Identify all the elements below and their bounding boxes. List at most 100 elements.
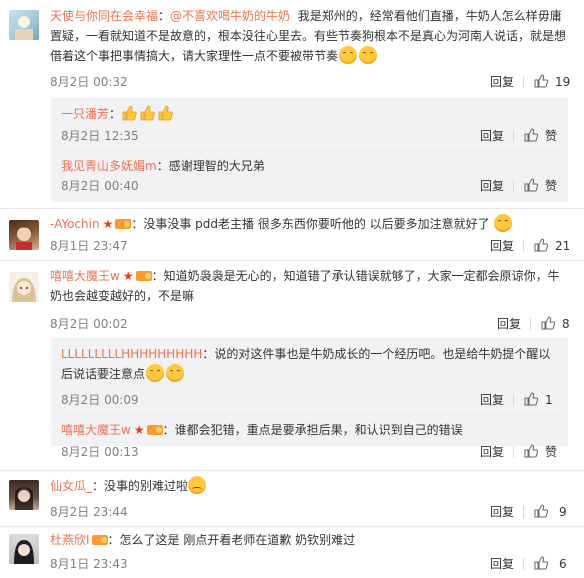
vip-badge-icon xyxy=(115,219,132,229)
comment-divider xyxy=(0,526,584,527)
comment-time: 8月1日 23:43 xyxy=(50,557,128,571)
reply-body-line2: 后说话要注意点 xyxy=(61,367,146,381)
divider xyxy=(523,240,524,252)
divider xyxy=(523,506,524,518)
comment-item: 天使与你同在会幸福：@不喜欢喝牛奶的牛奶 我是郑州的，经常看他们直播，牛奶人怎么… xyxy=(0,0,584,202)
thumb-up-icon[interactable] xyxy=(534,238,548,252)
reply-item: 一只潘芳： 8月2日 12:35 回复 赞 xyxy=(51,98,568,150)
smile-emoji-icon xyxy=(339,46,358,64)
comment-body: ：没事没事 pdd老主播 很多东西你要听他的 以后要多加注意就好了 xyxy=(131,217,490,231)
avatar[interactable] xyxy=(9,534,39,564)
thumb-up-icon[interactable] xyxy=(534,74,548,88)
reply-button[interactable]: 回复 xyxy=(490,504,514,520)
reply-time: 8月2日 12:35 xyxy=(61,129,139,143)
reply-text: 一只潘芳： xyxy=(61,104,561,124)
avatar-image xyxy=(14,540,34,564)
thumb-up-icon[interactable] xyxy=(534,504,548,518)
comment-username[interactable]: 天使与你同在会幸福 xyxy=(50,9,158,23)
like-label[interactable]: 赞 xyxy=(545,128,557,144)
thumb-up-icon[interactable] xyxy=(524,178,538,192)
reply-time: 8月2日 00:09 xyxy=(61,393,139,407)
comment-divider xyxy=(0,260,584,261)
like-count: 6 xyxy=(559,557,567,571)
thumbs-up-emoji-icon xyxy=(140,105,155,121)
reply-item: 我见青山多妩媚m：感谢理智的大兄弟 8月2日 00:40 回复 赞 xyxy=(51,150,568,202)
reply-time: 8月2日 00:13 xyxy=(61,445,139,459)
like-label[interactable]: 赞 xyxy=(545,178,557,194)
comment-time: 8月1日 23:47 xyxy=(50,239,128,253)
avatar-image xyxy=(16,227,32,250)
divider xyxy=(513,394,514,406)
thumb-up-icon[interactable] xyxy=(541,316,555,330)
comment-body-line3: 借着这个事把事情搞大，请大家理性一点不要被带节奏 xyxy=(50,49,339,63)
reply-button[interactable]: 回复 xyxy=(490,238,514,254)
comment-body-line1: ：知道奶袅袅是无心的，知道错了承认错误就够了，大家一定都会原谅你，牛 xyxy=(151,269,560,283)
reply-button[interactable]: 回复 xyxy=(480,392,504,408)
reply-username[interactable]: 一只潘芳 xyxy=(61,107,109,121)
thumb-up-icon[interactable] xyxy=(534,556,548,570)
like-count: 19 xyxy=(555,75,571,89)
star-badge-icon: ★ xyxy=(102,217,114,231)
divider xyxy=(523,76,524,88)
comment-time: 8月2日 23:44 xyxy=(50,505,128,519)
divider xyxy=(513,130,514,142)
comment-username[interactable]: 杜燕欣I xyxy=(50,533,90,547)
like-count: 21 xyxy=(555,239,571,253)
comment-divider xyxy=(0,470,584,471)
reply-button[interactable]: 回复 xyxy=(480,444,504,460)
thumb-up-icon[interactable] xyxy=(524,128,538,142)
comment-username[interactable]: 嘻嘻大魔王w xyxy=(50,269,120,283)
reply-button[interactable]: 回复 xyxy=(497,316,521,332)
comment-text: 嘻嘻大魔王w ★ ：知道奶袅袅是无心的，知道错了承认错误就够了，大家一定都会原谅你，… xyxy=(50,266,575,306)
thumbs-up-emoji-icon xyxy=(158,105,173,121)
thumb-up-icon[interactable] xyxy=(524,444,538,458)
like-count: 9 xyxy=(559,505,567,519)
comment-text: 天使与你同在会幸福：@不喜欢喝牛奶的牛奶 我是郑州的，经常看他们直播，牛奶人怎么… xyxy=(50,6,575,66)
star-badge-icon: ★ xyxy=(133,423,145,437)
avatar-image xyxy=(15,487,33,510)
avatar[interactable] xyxy=(9,480,39,510)
reply-button[interactable]: 回复 xyxy=(490,74,514,90)
comment-body: ：没事的别难过啦 xyxy=(92,479,189,493)
comment-item: 嘻嘻大魔王w ★ ：知道奶袅袅是无心的，知道错了承认错误就够了，大家一定都会原谅你，… xyxy=(0,262,584,459)
reply-username[interactable]: 嘻嘻大魔王w xyxy=(61,423,131,437)
smile-emoji-icon xyxy=(359,46,378,64)
comment-item: -AYochin ★ ：没事没事 pdd老主播 很多东西你要听他的 以后要多加注意就… xyxy=(0,210,584,260)
reply-button[interactable]: 回复 xyxy=(480,178,504,194)
comment-mention[interactable]: @不喜欢喝牛奶的牛奶 xyxy=(170,9,290,23)
like-label[interactable]: 赞 xyxy=(545,444,557,460)
star-badge-icon: ★ xyxy=(122,269,134,283)
reply-item: 嘻嘻大魔王w ★ ：谁都会犯错，重点是要承担后果，和认识到自己的错误 8月2日 00… xyxy=(51,414,568,474)
reply-thread: LLLLLLLLLHHHHHHHHH：说的对这件事也是牛奶成长的一个经历吧。也是… xyxy=(51,338,568,459)
avatar[interactable] xyxy=(9,220,39,250)
avatar[interactable] xyxy=(9,272,39,302)
divider xyxy=(523,558,524,570)
divider xyxy=(513,446,514,458)
comment-username[interactable]: 仙女瓜_ xyxy=(50,479,92,493)
comment-body: ：怎么了这是 刚点开看老师在道歉 奶钦别难过 xyxy=(107,533,356,547)
reply-username[interactable]: LLLLLLLLLHHHHHHHHH xyxy=(61,347,202,361)
comment-item: 杜燕欣I ：怎么了这是 刚点开看老师在道歉 奶钦别难过 8月1日 23:43 回复… xyxy=(0,528,584,578)
face-emoji-icon xyxy=(494,214,513,232)
reply-item: LLLLLLLLLHHHHHHHHH：说的对这件事也是牛奶成长的一个经历吧。也是… xyxy=(51,338,568,408)
reply-text: LLLLLLLLLHHHHHHHHH：说的对这件事也是牛奶成长的一个经历吧。也是… xyxy=(61,344,566,384)
divider xyxy=(513,180,514,192)
comment-username[interactable]: -AYochin xyxy=(50,217,100,231)
comment-text: -AYochin ★ ：没事没事 pdd老主播 很多东西你要听他的 以后要多加注意就… xyxy=(50,214,570,234)
reply-button[interactable]: 回复 xyxy=(480,128,504,144)
vip-badge-icon xyxy=(146,425,163,435)
avatar[interactable] xyxy=(9,10,39,40)
reply-text: 嘻嘻大魔王w ★ ：谁都会犯错，重点是要承担后果，和认识到自己的错误 xyxy=(61,420,566,440)
reply-username[interactable]: 我见青山多妩媚m xyxy=(61,159,157,173)
thumb-up-icon[interactable] xyxy=(524,392,538,406)
comment-body-line2: 置疑，一看就知道不是故意的，根本没往心里去。有些节奏狗根本不是真心为河南人说话，… xyxy=(50,29,567,43)
avatar-image xyxy=(12,278,36,302)
reply-body: ：感谢理智的大兄弟 xyxy=(156,159,265,173)
vip-badge-icon xyxy=(135,271,152,281)
comment-divider xyxy=(0,208,584,209)
reply-button[interactable]: 回复 xyxy=(490,556,514,572)
smile-emoji-icon xyxy=(166,364,185,382)
comment-time: 8月2日 00:02 xyxy=(50,317,128,331)
like-count: 1 xyxy=(545,393,553,407)
comment-colon: ： xyxy=(158,9,171,23)
